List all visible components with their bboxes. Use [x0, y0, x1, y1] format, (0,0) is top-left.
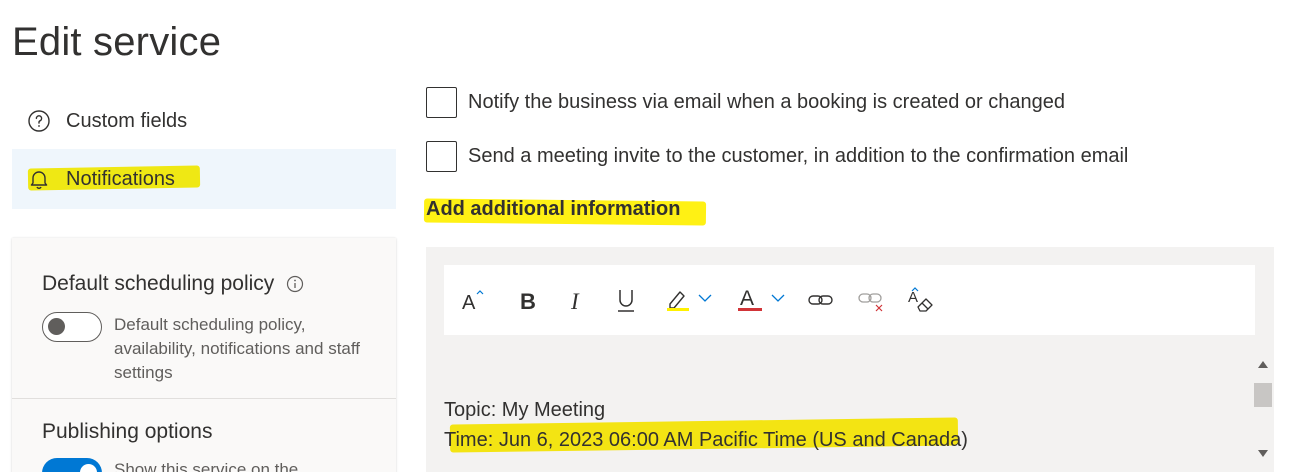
notify-business-checkbox[interactable]: [426, 87, 457, 118]
divider: [12, 398, 396, 399]
notify-business-checkbox-row[interactable]: Notify the business via email when a boo…: [426, 87, 1065, 118]
svg-text:A: A: [462, 292, 476, 314]
publishing-description: Show this service on the: [114, 460, 299, 472]
nav-item-notifications[interactable]: Notifications: [12, 149, 396, 209]
question-circle-icon: [26, 108, 52, 134]
scroll-thumb[interactable]: [1254, 383, 1272, 407]
additional-info-heading: Add additional information: [426, 198, 681, 220]
publishing-toggle[interactable]: [42, 458, 102, 472]
highlight-icon[interactable]: [664, 280, 718, 320]
editor-scrollbar[interactable]: [1252, 355, 1274, 463]
italic-icon[interactable]: I: [566, 280, 588, 320]
bold-icon[interactable]: B: [516, 280, 540, 320]
link-icon[interactable]: [806, 280, 836, 320]
editor-content[interactable]: Topic: My Meeting Time: Jun 6, 2023 06:0…: [444, 347, 1255, 472]
policy-description: Default scheduling policy, availability,…: [114, 315, 361, 382]
font-size-icon[interactable]: A: [460, 280, 490, 320]
editor-toolbar: A B I A A: [444, 265, 1255, 335]
meeting-topic-line: Topic: My Meeting: [444, 399, 606, 421]
policy-title-text: Default scheduling policy: [42, 272, 275, 295]
publishing-options-title: Publishing options: [42, 420, 213, 443]
send-invite-label: Send a meeting invite to the customer, i…: [468, 145, 1129, 167]
send-invite-checkbox-row[interactable]: Send a meeting invite to the customer, i…: [426, 141, 1128, 172]
unlink-icon[interactable]: [856, 280, 886, 320]
nav-item-custom-fields[interactable]: Custom fields: [12, 91, 396, 151]
page-title: Edit service: [12, 20, 222, 64]
font-color-icon[interactable]: A: [736, 280, 792, 320]
svg-text:B: B: [520, 289, 536, 314]
bell-icon: [26, 166, 52, 192]
clear-format-icon[interactable]: A: [906, 280, 936, 320]
scheduling-policy-card: Default scheduling policy Default schedu…: [12, 238, 396, 472]
meeting-time-line: Time: Jun 6, 2023 06:00 AM Pacific Time …: [444, 429, 968, 451]
scroll-up-icon[interactable]: [1258, 361, 1268, 368]
policy-title: Default scheduling policy: [42, 272, 304, 296]
nav-item-label: Custom fields: [66, 109, 188, 132]
send-invite-checkbox[interactable]: [426, 141, 457, 172]
scroll-down-icon[interactable]: [1258, 450, 1268, 457]
nav-item-label: Notifications: [66, 167, 175, 190]
info-icon[interactable]: [286, 275, 304, 293]
underline-icon[interactable]: [614, 280, 638, 320]
svg-text:A: A: [908, 289, 918, 306]
rich-text-editor: A B I A A Topic: My Meeting Time: Jun 6,…: [426, 247, 1274, 472]
default-policy-toggle[interactable]: [42, 312, 102, 342]
svg-text:I: I: [570, 289, 580, 314]
svg-text:A: A: [740, 287, 754, 310]
notify-business-label: Notify the business via email when a boo…: [468, 91, 1066, 113]
